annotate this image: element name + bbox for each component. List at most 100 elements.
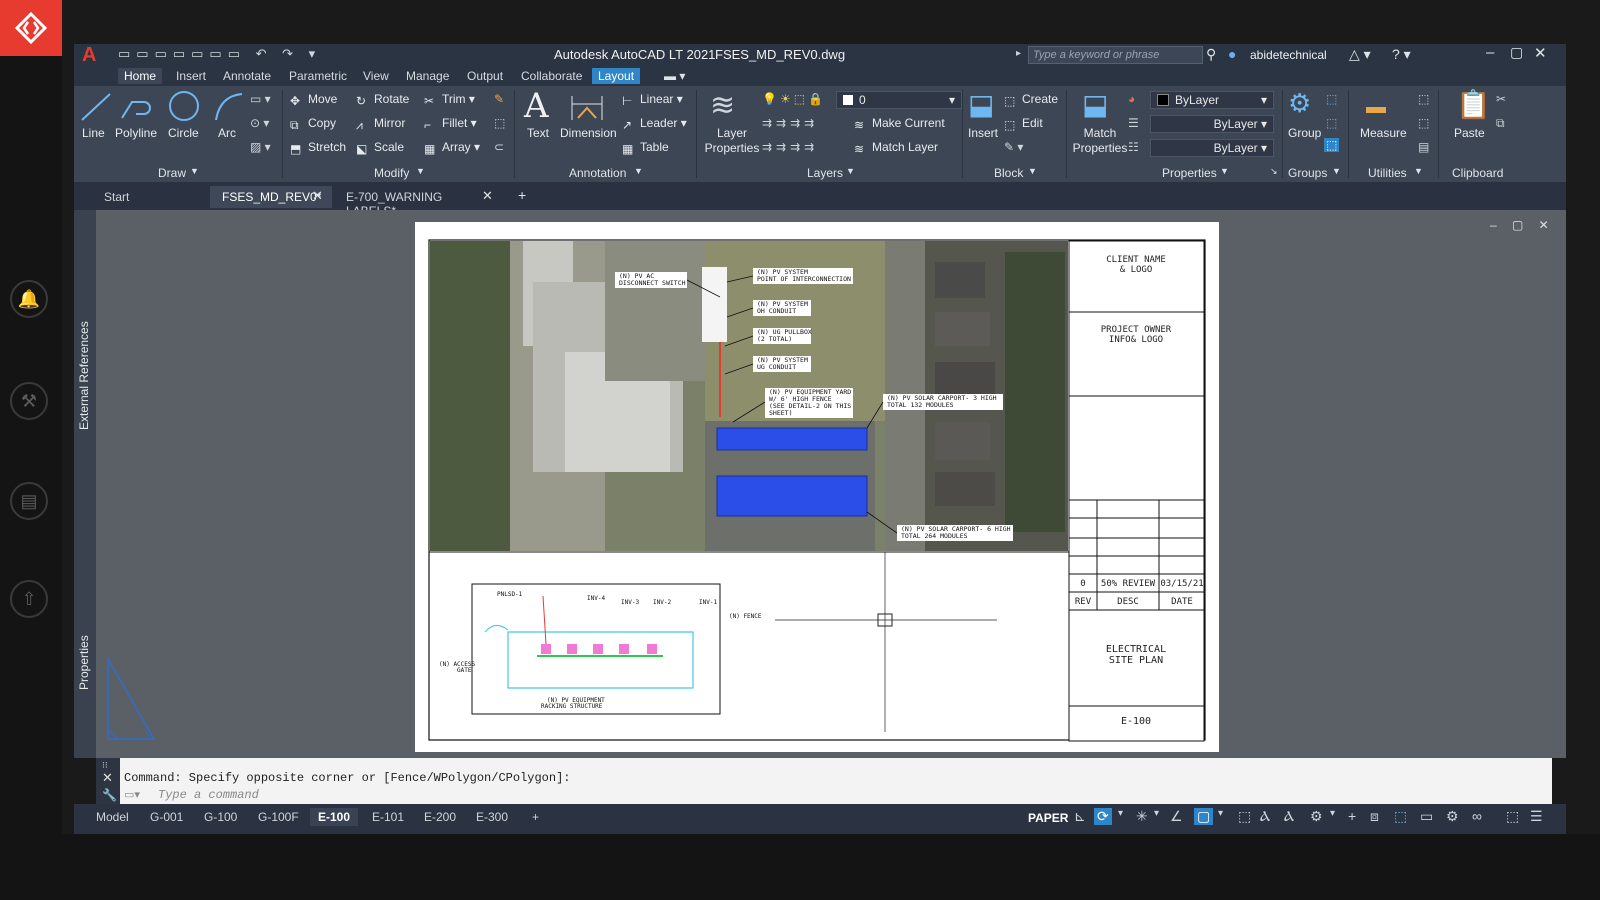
- paper-space-toggle[interactable]: PAPER: [1028, 811, 1068, 825]
- tab-home[interactable]: Home: [118, 68, 163, 84]
- mirror-button[interactable]: ⩘ Mirror: [356, 116, 405, 132]
- grid-icon[interactable]: ⊾: [1074, 808, 1086, 825]
- panel-title-properties[interactable]: Properties: [1162, 166, 1217, 180]
- tab-layout[interactable]: Layout: [592, 68, 641, 84]
- annotation-visibility-icon[interactable]: Ⲁ: [1284, 808, 1294, 825]
- search-input[interactable]: Type a keyword or phrase: [1028, 46, 1203, 64]
- layout-tab-g100f[interactable]: G-100F: [250, 808, 307, 826]
- layer-state-icons[interactable]: 💡☀⬚🔒: [762, 92, 826, 106]
- quick-select-icon[interactable]: ⬚: [1418, 92, 1429, 106]
- edit-block-button[interactable]: ⬚ Edit: [1004, 116, 1043, 132]
- settings-options-icon[interactable]: ▾: [1330, 808, 1335, 819]
- panel-title-layers[interactable]: Layers: [807, 166, 843, 180]
- stretch-button[interactable]: ⬒ Stretch: [290, 140, 346, 156]
- trim-button[interactable]: ✂ Trim ▾: [424, 92, 475, 108]
- settings-gear-icon[interactable]: ⚙: [1310, 808, 1323, 825]
- snap-options-icon[interactable]: ▾: [1118, 808, 1123, 819]
- leader-button[interactable]: ↗ Leader ▾: [622, 116, 687, 132]
- panel-title-draw[interactable]: Draw: [158, 166, 186, 180]
- rectangle-icon[interactable]: ▭ ▾: [250, 92, 271, 106]
- arc-button[interactable]: Arc: [218, 126, 236, 140]
- properties-palette[interactable]: Properties: [77, 620, 93, 690]
- panel-title-groups[interactable]: Groups: [1288, 166, 1327, 180]
- ortho-icon[interactable]: ✳: [1136, 808, 1148, 825]
- panel-title-annotation[interactable]: Annotation: [569, 166, 626, 180]
- recent-commands-icon[interactable]: ▭▾: [124, 788, 140, 801]
- copy-clip-icon[interactable]: ⧉: [1496, 116, 1505, 131]
- paper-sheet[interactable]: (N) PV AC DISCONNECT SWITCH (N) PV SYSTE…: [415, 222, 1219, 752]
- layer-tools-row2-icons[interactable]: ⇉⇉⇉⇉: [762, 116, 818, 130]
- help-icon[interactable]: ? ▾: [1392, 46, 1411, 63]
- polar-icon[interactable]: ∠: [1170, 808, 1183, 825]
- fullscreen-icon[interactable]: ⬚: [1506, 808, 1519, 825]
- tab-e700-warning-labels[interactable]: E-700_WARNING LABELS*: [334, 186, 494, 218]
- close-icon[interactable]: ✕: [102, 770, 113, 786]
- layer-tools-row3-icons[interactable]: ⇉⇉⇉⇉: [762, 140, 818, 154]
- hatch-icon[interactable]: ⊙ ▾: [250, 116, 269, 130]
- panel-title-modify[interactable]: Modify: [374, 166, 409, 180]
- insert-button[interactable]: Insert: [968, 126, 998, 140]
- close-window-icon[interactable]: ✕: [1534, 44, 1547, 62]
- fillet-button[interactable]: ⌐ Fillet ▾: [424, 116, 477, 132]
- quick-access-toolbar-icon[interactable]: ▭▭▭▭▭▭▭ ↶ ↷ ▾: [118, 46, 321, 62]
- calculator-icon[interactable]: ▤: [1418, 140, 1429, 154]
- dialog-launcher-icon[interactable]: ↘: [1270, 166, 1278, 177]
- offset-icon[interactable]: ⊂: [494, 140, 504, 154]
- group-button[interactable]: Group: [1288, 126, 1321, 140]
- layout-tab-e200[interactable]: E-200: [416, 808, 464, 826]
- layer-properties-button[interactable]: Layer Properties: [702, 126, 762, 156]
- tab-insert[interactable]: Insert: [170, 68, 212, 84]
- external-references-palette[interactable]: External References: [77, 300, 93, 430]
- panel-title-block[interactable]: Block: [994, 166, 1023, 180]
- array-button[interactable]: ▦ Array ▾: [424, 140, 480, 156]
- group-select-icon[interactable]: ⬚: [1324, 138, 1340, 152]
- maximize-icon[interactable]: ▢: [1510, 44, 1523, 61]
- linetype-dropdown[interactable]: ByLayer ▾: [1150, 139, 1274, 157]
- tab-output[interactable]: Output: [461, 68, 509, 84]
- linear-button[interactable]: ⊢ Linear ▾: [622, 92, 683, 108]
- ribbon-toggle-icon[interactable]: ▬ ▾: [658, 68, 691, 84]
- table-button[interactable]: ▦ Table: [622, 140, 669, 156]
- search-icon[interactable]: ⚲: [1206, 46, 1216, 63]
- tab-parametric[interactable]: Parametric: [283, 68, 353, 84]
- hardware-accel-icon[interactable]: ⚙: [1446, 808, 1459, 825]
- paste-button[interactable]: Paste: [1454, 126, 1485, 140]
- new-layout-icon[interactable]: +: [524, 808, 547, 826]
- match-properties-button[interactable]: Match Properties: [1070, 126, 1130, 156]
- move-button[interactable]: ✥ Move: [290, 92, 337, 108]
- lineweight-dropdown[interactable]: ByLayer ▾: [1150, 115, 1274, 133]
- select-all-icon[interactable]: ⬚: [1418, 116, 1429, 130]
- snap-icon[interactable]: ⟳: [1094, 808, 1112, 825]
- upload-icon[interactable]: ⇧: [10, 580, 48, 618]
- osnap-icon[interactable]: ▢: [1194, 808, 1214, 825]
- layout-tab-g100[interactable]: G-100: [196, 808, 245, 826]
- annotation-scale-icon[interactable]: Ⲁ: [1260, 808, 1270, 825]
- cut-icon[interactable]: ✂: [1496, 92, 1506, 106]
- ungroup-icon[interactable]: ⬚: [1326, 92, 1337, 106]
- selection-cycling-icon[interactable]: ⬚: [1238, 808, 1251, 825]
- customize-icon[interactable]: 🔧: [102, 788, 117, 802]
- viewport-controls-icon[interactable]: – ▢ ✕: [1490, 218, 1555, 232]
- layout-tab-e101[interactable]: E-101: [364, 808, 412, 826]
- edit-attribute-icon[interactable]: ✎ ▾: [1004, 140, 1023, 154]
- tab-collaborate[interactable]: Collaborate: [515, 68, 588, 84]
- close-tab-icon[interactable]: ✕: [312, 188, 323, 204]
- pin-icon[interactable]: ⚒: [10, 382, 48, 420]
- user-icon[interactable]: ●: [1228, 46, 1236, 62]
- scale-button[interactable]: ⬕ Scale: [356, 140, 404, 156]
- tab-annotate[interactable]: Annotate: [217, 68, 277, 84]
- user-name[interactable]: abidetechnical: [1250, 48, 1327, 62]
- layer-dropdown[interactable]: 0 ▾: [836, 91, 962, 109]
- layout-tab-e300[interactable]: E-300: [468, 808, 516, 826]
- circle-button[interactable]: Circle: [168, 126, 199, 140]
- close-tab-icon[interactable]: ✕: [482, 188, 493, 204]
- autodesk-a360-icon[interactable]: △ ▾: [1349, 46, 1371, 63]
- layout-tab-model[interactable]: Model: [88, 808, 137, 826]
- minimize-icon[interactable]: –: [1486, 44, 1494, 61]
- autocad-logo-icon[interactable]: A: [82, 44, 96, 67]
- layout-tab-g001[interactable]: G-001: [142, 808, 191, 826]
- make-current-button[interactable]: ≋ Make Current: [854, 116, 945, 132]
- create-block-button[interactable]: ⬚ Create: [1004, 92, 1058, 108]
- osnap-options-icon[interactable]: ▾: [1218, 808, 1223, 819]
- tab-manage[interactable]: Manage: [400, 68, 455, 84]
